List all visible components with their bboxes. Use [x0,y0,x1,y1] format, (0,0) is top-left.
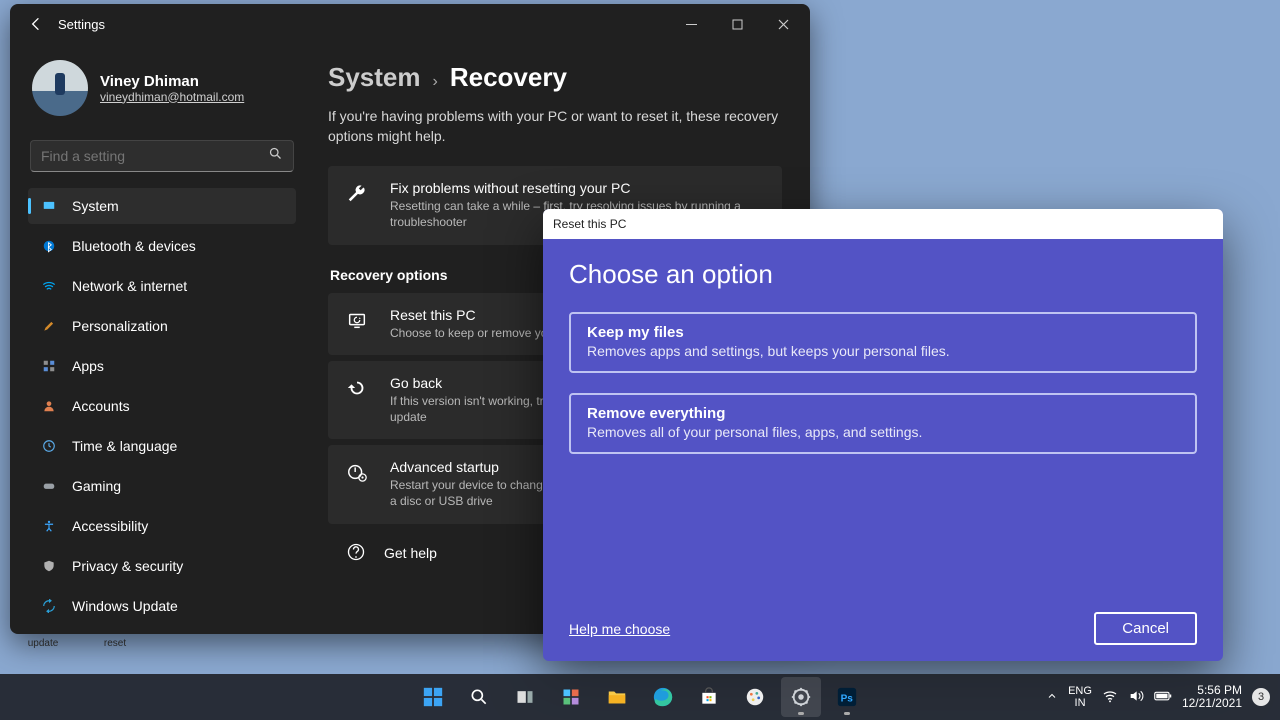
close-button[interactable] [760,8,806,40]
power-gear-icon [346,459,372,488]
edge-button[interactable] [643,677,683,717]
option-keep-files[interactable]: Keep my files Removes apps and settings,… [569,312,1197,373]
system-icon [40,197,58,215]
sidebar-item-label: Accounts [72,398,130,414]
settings-taskbar-button[interactable] [781,677,821,717]
language-indicator[interactable]: ENGIN [1068,685,1092,709]
option-title: Remove everything [587,405,1179,422]
wifi-icon [40,277,58,295]
account-name: Viney Dhiman [100,73,244,90]
gamepad-icon [40,477,58,495]
titlebar: Settings [10,4,810,44]
back-button[interactable] [20,8,52,40]
avatar [32,60,88,116]
desktop-icon-update[interactable]: update [18,638,68,649]
sidebar-item-network[interactable]: Network & internet [28,268,296,304]
sidebar-item-apps[interactable]: Apps [28,348,296,384]
sidebar-item-accounts[interactable]: Accounts [28,388,296,424]
brush-icon [40,317,58,335]
sidebar-item-label: Time & language [72,438,177,454]
photoshop-button[interactable]: Ps [827,677,867,717]
store-button[interactable] [689,677,729,717]
sidebar-item-label: Apps [72,358,104,374]
sidebar-item-personalization[interactable]: Personalization [28,308,296,344]
option-title: Keep my files [587,324,1179,341]
start-button[interactable] [413,677,453,717]
battery-tray-icon[interactable] [1154,690,1172,705]
sidebar-item-time[interactable]: Time & language [28,428,296,464]
tray-chevron-icon[interactable] [1046,690,1058,705]
sidebar-item-label: Windows Update [72,598,178,614]
reset-pc-dialog: Reset this PC Choose an option Keep my f… [543,209,1223,661]
explorer-button[interactable] [597,677,637,717]
card-title: Fix problems without resetting your PC [390,180,764,196]
option-remove-everything[interactable]: Remove everything Removes all of your pe… [569,393,1197,454]
desktop-icon-reset[interactable]: reset [90,638,140,649]
reset-icon [346,307,372,336]
wifi-tray-icon[interactable] [1102,688,1118,707]
dialog-heading: Choose an option [569,259,1197,290]
sidebar-item-label: Accessibility [72,518,148,534]
widgets-button[interactable] [551,677,591,717]
system-tray: ENGIN 5:56 PM12/21/2021 3 [1046,684,1280,710]
shield-icon [40,557,58,575]
sidebar-item-privacy[interactable]: Privacy & security [28,548,296,584]
sidebar: Viney Dhiman vineydhiman@hotmail.com Sys… [10,44,310,634]
volume-tray-icon[interactable] [1128,688,1144,707]
sidebar-item-label: Network & internet [72,278,187,294]
apps-icon [40,357,58,375]
sidebar-item-system[interactable]: System [28,188,296,224]
taskbar-center: Ps [413,677,867,717]
update-icon [40,597,58,615]
taskbar-clock[interactable]: 5:56 PM12/21/2021 [1182,684,1242,710]
dialog-titlebar: Reset this PC [543,209,1223,239]
option-desc: Removes apps and settings, but keeps you… [587,343,1179,359]
sidebar-item-label: Privacy & security [72,558,183,574]
breadcrumb-root[interactable]: System [328,62,421,93]
bluetooth-icon [40,237,58,255]
sidebar-item-gaming[interactable]: Gaming [28,468,296,504]
sidebar-item-label: Bluetooth & devices [72,238,196,254]
get-help-label: Get help [384,545,437,561]
wrench-icon [346,180,372,209]
sidebar-item-label: Gaming [72,478,121,494]
window-title: Settings [58,17,668,32]
accessibility-icon [40,517,58,535]
account-email: vineydhiman@hotmail.com [100,90,244,104]
search-button[interactable] [459,677,499,717]
maximize-button[interactable] [714,8,760,40]
history-icon [346,375,372,404]
sidebar-item-update[interactable]: Windows Update [28,588,296,624]
clock-icon [40,437,58,455]
minimize-button[interactable] [668,8,714,40]
svg-text:Ps: Ps [841,694,854,705]
search-icon [268,146,283,166]
help-icon [346,542,366,565]
sidebar-item-label: Personalization [72,318,168,334]
task-view-button[interactable] [505,677,545,717]
sidebar-item-bluetooth[interactable]: Bluetooth & devices [28,228,296,264]
sidebar-item-accessibility[interactable]: Accessibility [28,508,296,544]
taskbar: Ps ENGIN 5:56 PM12/21/2021 3 [0,674,1280,720]
search-box[interactable] [30,140,294,172]
window-controls [668,8,806,40]
account-block[interactable]: Viney Dhiman vineydhiman@hotmail.com [28,54,296,130]
breadcrumb: System › Recovery [328,62,782,93]
search-input[interactable] [41,148,268,164]
person-icon [40,397,58,415]
page-description: If you're having problems with your PC o… [328,107,782,146]
chevron-right-icon: › [433,73,438,91]
help-me-choose-link[interactable]: Help me choose [569,621,670,637]
notification-badge[interactable]: 3 [1252,688,1270,706]
cancel-button[interactable]: Cancel [1094,612,1197,645]
breadcrumb-leaf: Recovery [450,62,567,93]
option-desc: Removes all of your personal files, apps… [587,424,1179,440]
paint-button[interactable] [735,677,775,717]
sidebar-item-label: System [72,198,119,214]
